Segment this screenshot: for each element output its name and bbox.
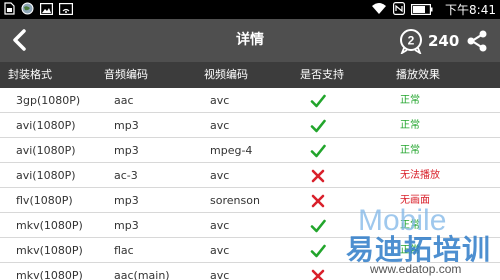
table-body: 3gp(1080P) aac avc 正常 avi(1080P) mp3 avc 正常 avi(… [0, 88, 500, 280]
cell-video: avc [210, 244, 230, 257]
share-icon [467, 30, 487, 52]
cell-effect: 正常 [400, 95, 420, 106]
cell-container: avi(1080P) [16, 144, 76, 157]
cell-video: avc [210, 219, 230, 232]
status-bar-left [4, 2, 79, 17]
check-icon [310, 118, 326, 134]
table-row[interactable]: flv(1080P) mp3 sorenson 无画面 [0, 188, 500, 213]
header-effect: 播放效果 [396, 68, 440, 81]
check-icon [310, 143, 326, 159]
cell-audio: aac(main) [114, 269, 170, 280]
wifi-icon [371, 0, 387, 19]
image-icon [40, 0, 54, 19]
cell-video: avc [210, 169, 230, 182]
cell-audio: mp3 [114, 194, 139, 207]
battery-icon [411, 0, 433, 19]
cell-video: avc [210, 269, 230, 280]
check-icon [310, 218, 326, 234]
table-row[interactable]: avi(1080P) mp3 avc 正常 [0, 113, 500, 138]
cell-video: mpeg-4 [210, 144, 253, 157]
cell-audio: mp3 [114, 119, 139, 132]
share-count-button[interactable]: 2 240 [398, 25, 462, 56]
cell-effect: 无法播放 [400, 170, 440, 181]
cell-audio: aac [114, 94, 134, 107]
header-supported: 是否支持 [300, 68, 344, 81]
cell-audio: mp3 [114, 144, 139, 157]
sim-card-icon [4, 0, 15, 19]
table-row[interactable]: mkv(1080P) aac(main) avc [0, 263, 500, 280]
cell-video: sorenson [210, 194, 260, 207]
badge-icon: 2 [400, 28, 422, 54]
check-icon [310, 93, 326, 109]
header-container: 封装格式 [8, 68, 52, 81]
app-bar: 详情 2 240 [0, 19, 500, 62]
cell-container: mkv(1080P) [16, 219, 83, 232]
cross-icon [310, 268, 326, 280]
table-row[interactable]: 3gp(1080P) aac avc 正常 [0, 88, 500, 113]
cell-audio: mp3 [114, 219, 139, 232]
back-button[interactable] [6, 25, 34, 55]
table-row[interactable]: avi(1080P) ac-3 avc 无法播放 [0, 163, 500, 188]
cell-effect: 无画面 [400, 195, 430, 206]
header-audio: 音频编码 [104, 68, 148, 81]
cell-container: mkv(1080P) [16, 269, 83, 280]
cell-audio: flac [114, 244, 134, 257]
table-header: 封装格式 音频编码 视频编码 是否支持 播放效果 [0, 62, 500, 88]
cell-container: mkv(1080P) [16, 244, 83, 257]
check-icon [310, 243, 326, 259]
cell-video: avc [210, 119, 230, 132]
cell-container: avi(1080P) [16, 119, 76, 132]
share-count: 240 [428, 31, 460, 50]
cell-effect: 正常 [400, 245, 420, 256]
cell-audio: ac-3 [114, 169, 138, 182]
table-row[interactable]: mkv(1080P) flac avc 正常 [0, 238, 500, 263]
nfc-icon [393, 0, 406, 19]
cell-effect: 正常 [400, 220, 420, 231]
badge-number: 2 [408, 33, 415, 47]
cell-container: avi(1080P) [16, 169, 76, 182]
status-bar: 下午8:41 [0, 0, 500, 19]
cell-video: avc [210, 94, 230, 107]
status-bar-right: 下午8:41 [371, 1, 496, 18]
cell-effect: 正常 [400, 145, 420, 156]
cell-container: 3gp(1080P) [16, 94, 81, 107]
table-row[interactable]: avi(1080P) mp3 mpeg-4 正常 [0, 138, 500, 163]
chevron-left-icon [13, 29, 26, 51]
cross-icon [310, 168, 326, 184]
header-video: 视频编码 [204, 68, 248, 81]
wifi-share-icon [59, 0, 74, 19]
status-time: 下午8:41 [445, 3, 496, 17]
cross-icon [310, 193, 326, 209]
cell-container: flv(1080P) [16, 194, 73, 207]
table-row[interactable]: mkv(1080P) mp3 avc 正常 [0, 213, 500, 238]
cell-effect: 正常 [400, 120, 420, 131]
share-button[interactable] [464, 28, 490, 54]
globe-icon [21, 0, 34, 19]
